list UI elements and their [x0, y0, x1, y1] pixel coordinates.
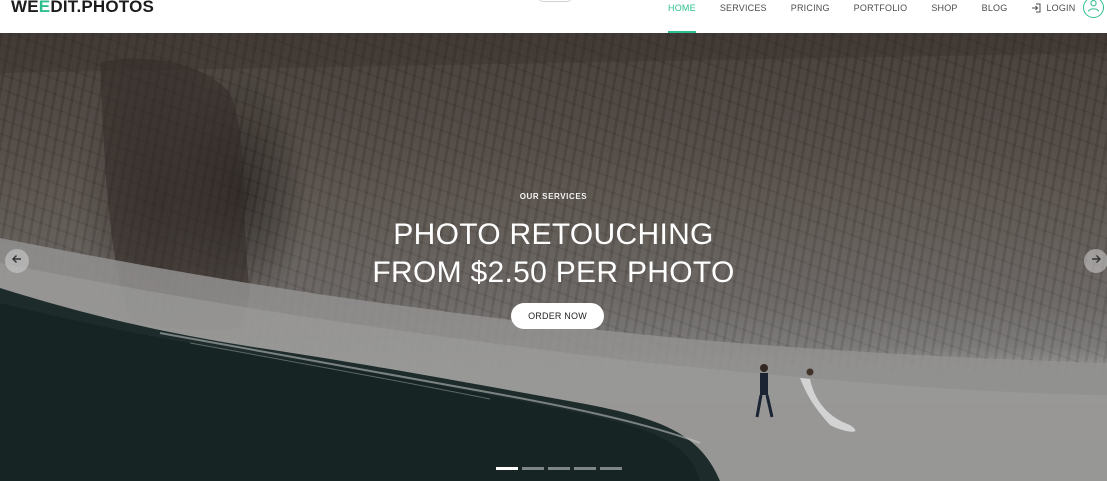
nav-item-login[interactable]: LOGIN [1019, 0, 1087, 33]
page: WE E DIT.PHOTOS HOME SERVICES PRICING PORT… [0, 0, 1107, 481]
slider-pagination [496, 467, 622, 470]
hero-content: OUR SERVICES PHOTO RETOUCHING FROM $2.50… [0, 33, 1107, 481]
hero-headline: PHOTO RETOUCHING FROM $2.50 PER PHOTO [0, 216, 1107, 292]
slider-dot-5[interactable] [600, 467, 622, 470]
header-notch-decoration [536, 0, 574, 2]
order-now-button[interactable]: ORDER NOW [511, 303, 604, 329]
hero-headline-line1: PHOTO RETOUCHING [393, 218, 714, 251]
login-icon [1031, 3, 1041, 13]
nav-item-home[interactable]: HOME [656, 0, 708, 33]
slider-dot-2[interactable] [522, 467, 544, 470]
nav-item-services[interactable]: SERVICES [708, 0, 779, 33]
slider-dot-3[interactable] [548, 467, 570, 470]
hero-slider: OUR SERVICES PHOTO RETOUCHING FROM $2.50… [0, 33, 1107, 481]
main-nav: HOME SERVICES PRICING PORTFOLIO SHOP BLO… [656, 0, 1087, 33]
nav-item-portfolio[interactable]: PORTFOLIO [842, 0, 920, 33]
login-label: LOGIN [1046, 3, 1076, 13]
arrow-right-icon [1090, 252, 1102, 270]
hero-eyebrow: OUR SERVICES [519, 192, 588, 201]
site-logo[interactable]: WE E DIT.PHOTOS [11, 0, 154, 17]
hero-headline-line2: FROM $2.50 PER PHOTO [372, 256, 735, 289]
slider-dot-4[interactable] [574, 467, 596, 470]
logo-text-we: WE [11, 0, 39, 16]
user-account-button[interactable] [1083, 0, 1104, 18]
nav-item-pricing[interactable]: PRICING [779, 0, 842, 33]
user-icon [1087, 0, 1100, 17]
nav-item-shop[interactable]: SHOP [919, 0, 969, 33]
nav-item-blog[interactable]: BLOG [970, 0, 1020, 33]
slider-dot-1[interactable] [496, 467, 518, 470]
slider-next-button[interactable] [1084, 249, 1107, 273]
slider-prev-button[interactable] [5, 249, 29, 273]
logo-text-rest: DIT.PHOTOS [50, 0, 155, 16]
logo-text-e: E [38, 0, 51, 16]
site-header: WE E DIT.PHOTOS HOME SERVICES PRICING PORT… [0, 0, 1107, 33]
arrow-left-icon [11, 252, 23, 270]
